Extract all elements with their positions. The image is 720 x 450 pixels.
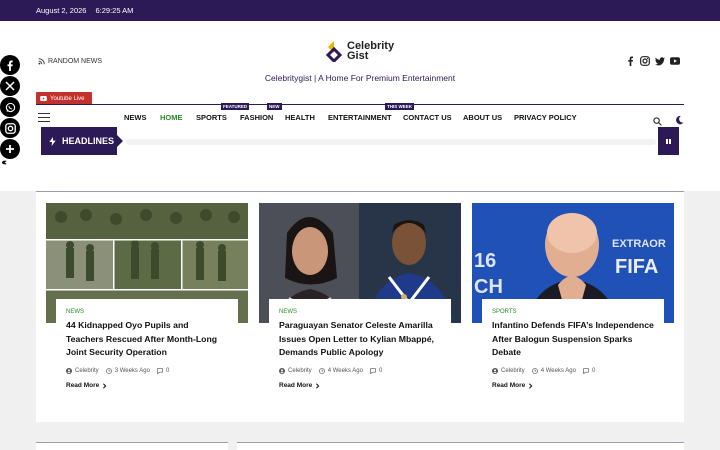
pause-icon[interactable] xyxy=(658,127,679,155)
twitter-icon[interactable] xyxy=(655,56,665,66)
ticker-track xyxy=(126,139,656,145)
featured-posts: NEWS 44 Kidnapped Oyo Pupils and Teacher… xyxy=(36,192,684,422)
logo-icon xyxy=(325,41,343,62)
post-card: NEWS 44 Kidnapped Oyo Pupils and Teacher… xyxy=(46,203,248,413)
hamburger-icon[interactable] xyxy=(38,113,50,122)
youtube-live-label: Youtube Live xyxy=(50,95,85,102)
post-time: 4 Weeks Ago xyxy=(531,368,576,375)
nav-badge-this-week: THIS WEEK xyxy=(385,103,415,110)
chevron-right-icon xyxy=(103,382,107,389)
x-twitter-icon[interactable] xyxy=(0,76,20,96)
nav-divider xyxy=(36,104,684,105)
comment-icon xyxy=(370,368,376,375)
random-news-label: RANDOM NEWS xyxy=(48,58,103,65)
nav-item-health[interactable]: HEALTH xyxy=(285,113,315,122)
svg-text:EXTRAOR: EXTRAOR xyxy=(612,238,666,250)
post-category[interactable]: NEWS xyxy=(66,309,228,315)
nav-badge-featured: FEATURED xyxy=(221,103,250,110)
svg-text:FIFA: FIFA xyxy=(615,256,658,278)
user-icon xyxy=(66,368,72,375)
clock-icon xyxy=(318,368,325,375)
post-time: 4 Weeks Ago xyxy=(318,368,363,375)
post-meta: Celebrity 4 Weeks Ago 0 xyxy=(492,368,654,375)
post-card: NEWS Paraguayan Senator Celeste Amarilla… xyxy=(259,203,461,413)
user-icon xyxy=(492,368,498,375)
post-body: SPORTS Infantino Defends FIFA’s Independ… xyxy=(482,299,664,409)
post-title[interactable]: 44 Kidnapped Oyo Pupils and Teachers Res… xyxy=(66,319,228,360)
headlines-label: HEADLINES xyxy=(41,127,123,155)
whatsapp-icon[interactable] xyxy=(0,97,20,117)
comment-icon xyxy=(157,368,163,375)
user-icon xyxy=(279,368,285,375)
headlines-ticker: HEADLINES xyxy=(36,125,684,155)
nav-item-contact-us[interactable]: CONTACT US xyxy=(403,113,452,122)
youtube-icon[interactable] xyxy=(670,56,680,66)
current-date: August 2, 2026 xyxy=(36,6,87,15)
top-bar: August 2, 2026 6:29:25 AM xyxy=(0,0,720,21)
nav-item-sports[interactable]: FEATURED SPORTS xyxy=(196,103,250,122)
clock-icon xyxy=(105,368,112,375)
facebook-icon[interactable] xyxy=(625,56,635,66)
post-comments[interactable]: 0 xyxy=(583,368,595,375)
nav-item-news[interactable]: NEWS xyxy=(124,113,147,122)
nav-item-privacy-policy[interactable]: PRIVACY POLICY xyxy=(514,113,577,122)
site-logo[interactable]: Celebrity Gist xyxy=(325,40,394,62)
post-meta: Celebrity 4 Weeks Ago 0 xyxy=(279,368,441,375)
svg-text:16: 16 xyxy=(474,250,496,272)
svg-text:CH: CH xyxy=(474,276,503,298)
facebook-icon[interactable] xyxy=(0,55,20,75)
post-body: NEWS Paraguayan Senator Celeste Amarilla… xyxy=(269,299,451,409)
post-comments[interactable]: 0 xyxy=(157,368,169,375)
current-time: 6:29:25 AM xyxy=(95,6,134,15)
site-tagline: Celebritygist | A Home For Premium Enter… xyxy=(264,73,456,83)
nav-badge-new: NEW xyxy=(267,103,282,110)
chevron-right-icon xyxy=(529,382,533,389)
nav-item-home[interactable]: HOME xyxy=(160,113,183,122)
nav-item-about-us[interactable]: ABOUT US xyxy=(463,113,502,122)
post-meta: Celebrity 3 Weeks Ago 0 xyxy=(66,368,228,375)
comment-icon xyxy=(583,368,589,375)
youtube-icon xyxy=(40,96,47,101)
post-author[interactable]: Celebrity xyxy=(279,368,312,375)
post-body: NEWS 44 Kidnapped Oyo Pupils and Teacher… xyxy=(56,299,238,409)
social-links xyxy=(625,56,680,66)
random-news-link[interactable]: RANDOM NEWS xyxy=(38,58,102,65)
post-author[interactable]: Celebrity xyxy=(66,368,99,375)
nav-item-fashion[interactable]: NEW FASHION xyxy=(240,103,282,122)
bolt-icon xyxy=(49,136,56,146)
nav-item-entertainment[interactable]: THIS WEEK ENTERTAINMENT xyxy=(328,103,415,122)
read-more-link[interactable]: Read More xyxy=(492,382,654,389)
bottom-widget-left xyxy=(36,443,228,450)
site-header: RANDOM NEWS Celebrity Gist Celebritygist… xyxy=(0,21,720,191)
post-time: 3 Weeks Ago xyxy=(105,368,150,375)
read-more-link[interactable]: Read More xyxy=(279,382,441,389)
bottom-widget-right xyxy=(237,443,684,450)
clock-icon xyxy=(531,368,538,375)
rss-icon xyxy=(38,58,45,65)
post-category[interactable]: NEWS xyxy=(279,309,441,315)
post-author[interactable]: Celebrity xyxy=(492,368,525,375)
post-card: 16 CH EXTRAOR FIFA SPORTS Infantino Defe… xyxy=(472,203,674,413)
read-more-link[interactable]: Read More xyxy=(66,382,228,389)
share-more-icon[interactable] xyxy=(0,139,20,159)
post-comments[interactable]: 0 xyxy=(370,368,382,375)
post-title[interactable]: Infantino Defends FIFA’s Independence Af… xyxy=(492,319,654,360)
collapse-share-icon[interactable] xyxy=(1,160,7,167)
post-category[interactable]: SPORTS xyxy=(492,309,654,315)
instagram-icon[interactable] xyxy=(640,56,650,66)
logo-wordmark: Celebrity Gist xyxy=(347,40,395,62)
floating-share-bar xyxy=(0,55,20,160)
post-title[interactable]: Paraguayan Senator Celeste Amarilla Issu… xyxy=(279,319,441,360)
instagram-icon[interactable] xyxy=(0,118,20,138)
chevron-right-icon xyxy=(316,382,320,389)
